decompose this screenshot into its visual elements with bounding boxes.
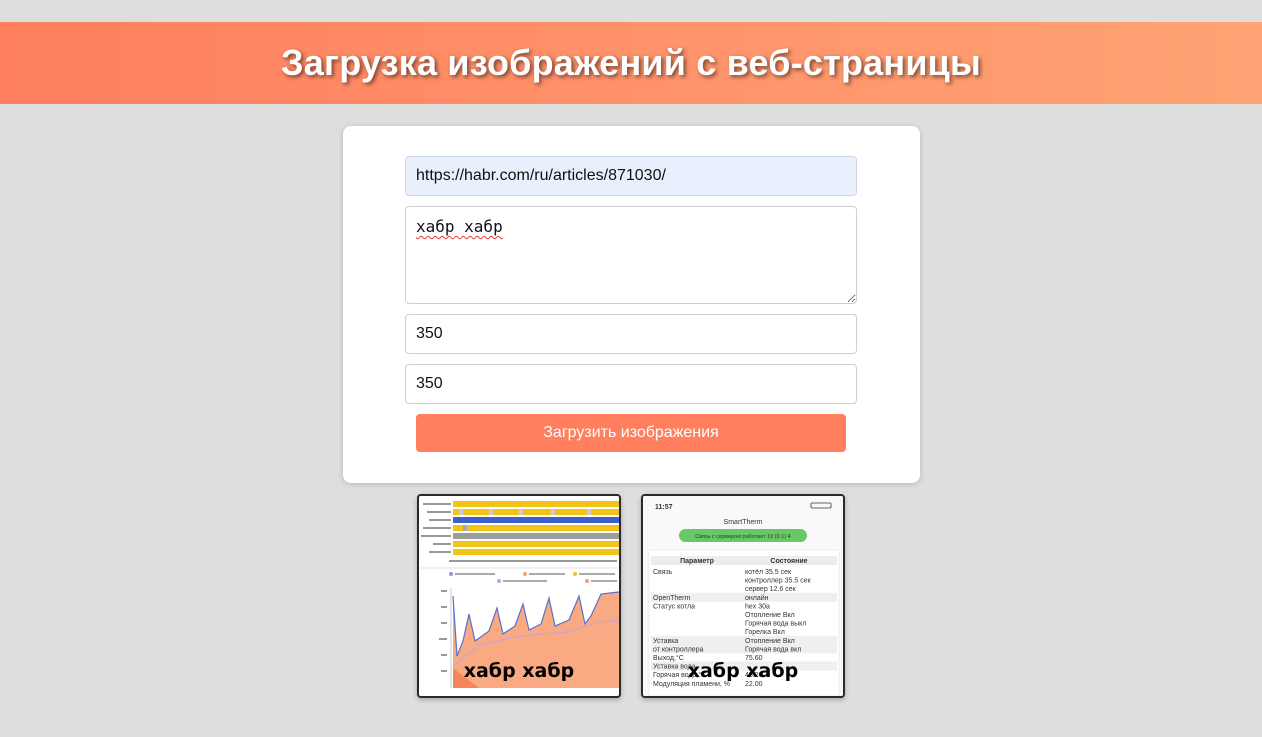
- table-cell-state: Отопление Вкл: [745, 612, 795, 619]
- height-input[interactable]: [405, 364, 857, 404]
- load-images-button[interactable]: Загрузить изображения: [416, 414, 846, 452]
- table-cell-param: Связь: [653, 569, 673, 576]
- thumbnail-watermark: хабр хабр: [687, 660, 799, 682]
- table-row-shade: [651, 635, 837, 645]
- table-cell-state: Горелка Вкл: [745, 629, 785, 636]
- app-title: SmartTherm: [724, 519, 763, 526]
- upload-form: хабр хабр Загрузить изображения: [343, 126, 920, 483]
- table-cell-state: сервер 12.6 сек: [745, 586, 797, 593]
- top-spacer: [0, 0, 1262, 22]
- table-cell-state: Горячая вода вкл: [745, 646, 801, 653]
- table-cell-state: онлайн: [745, 594, 769, 602]
- table-header-state: Состояние: [770, 558, 807, 565]
- table-cell-state: Горячая вода выкл: [745, 621, 806, 628]
- image-thumbnail-chart[interactable]: хабр хабр: [417, 494, 621, 698]
- page-title: Загрузка изображений с веб-страницы: [281, 42, 981, 83]
- table-cell-param: Уставка: [653, 638, 678, 645]
- timeline-bars: [453, 501, 619, 555]
- table-header-param: Параметр: [680, 558, 714, 565]
- image-thumbnail-app[interactable]: 11:57 SmartTherm Связь с сервером работа…: [641, 494, 845, 698]
- watermark-textarea[interactable]: хабр хабр: [405, 206, 857, 304]
- table-cell-state: котёл 35.5 сек: [745, 569, 792, 576]
- width-input[interactable]: [405, 314, 857, 354]
- server-status-badge: Связь с сервером работает 10 (0 1) 4: [695, 534, 790, 540]
- table-cell-param: Статус котла: [653, 603, 695, 610]
- page-header: Загрузка изображений с веб-страницы: [0, 22, 1262, 104]
- thumbnail-watermark: хабр хабр: [463, 660, 575, 682]
- table-cell-param: от контроллера: [653, 646, 704, 653]
- table-cell-state: Отопление Вкл: [745, 638, 795, 645]
- table-cell-state: контроллер 35.5 сек: [745, 578, 812, 585]
- url-input[interactable]: [405, 156, 857, 196]
- table-cell-param: OpenTherm: [653, 595, 691, 602]
- status-bar-time: 11:57: [655, 504, 673, 511]
- table-cell-state: hex 30a: [745, 603, 770, 610]
